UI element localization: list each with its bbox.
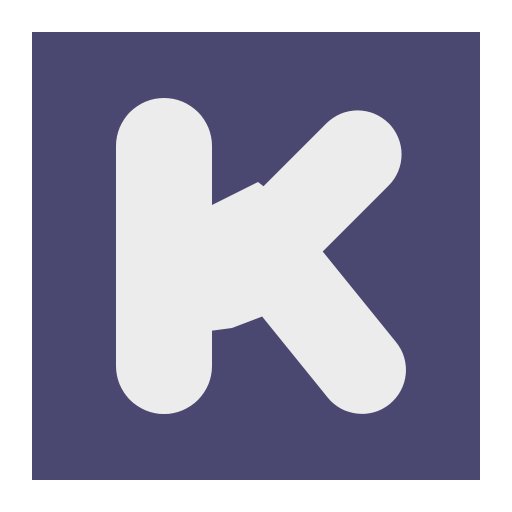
logo-canvas [0, 0, 512, 512]
letter-k-logo-icon [32, 32, 480, 480]
k-stem [116, 98, 212, 414]
logo-tile [32, 32, 480, 480]
